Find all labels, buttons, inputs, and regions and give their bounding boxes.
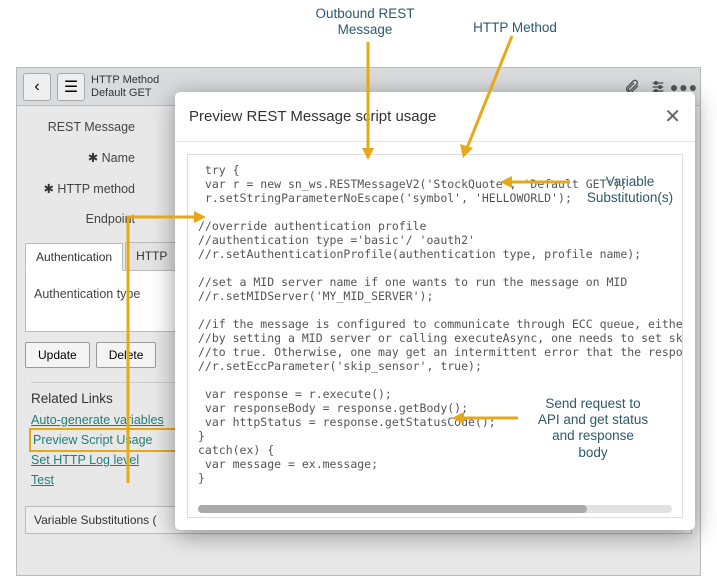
annotation-http-method: HTTP Method <box>460 20 570 36</box>
header-title-top: HTTP Method <box>91 74 159 86</box>
arrow-var-sub <box>498 172 578 197</box>
hamburger-icon: ☰ <box>64 77 78 97</box>
script-code[interactable]: try { var r = new sn_ws.RESTMessageV2('S… <box>187 154 683 518</box>
update-button[interactable]: Update <box>25 342 90 368</box>
preview-script-modal: Preview REST Message script usage ✕ try … <box>175 92 695 530</box>
modal-header: Preview REST Message script usage ✕ <box>175 92 695 142</box>
name-label: ✱ Name <box>25 150 135 165</box>
header-title: HTTP Method Default GET <box>91 74 159 98</box>
back-button[interactable]: ‹ <box>23 73 51 101</box>
chevron-left-icon: ‹ <box>34 78 39 96</box>
menu-button[interactable]: ☰ <box>57 73 85 101</box>
arrow-outbound <box>360 42 390 167</box>
arrow-preview-link <box>124 207 214 492</box>
header-title-sub: Default GET <box>91 87 159 99</box>
horizontal-scrollbar[interactable] <box>198 505 672 513</box>
http-method-label: ✱ HTTP method <box>25 181 135 196</box>
close-icon[interactable]: ✕ <box>664 104 681 129</box>
annotation-send-req: Send request toAPI and get statusand res… <box>518 396 668 461</box>
annotation-var-sub: VariableSubstitution(s) <box>570 174 690 206</box>
arrow-send-req <box>450 408 525 433</box>
scrollbar-thumb[interactable] <box>198 505 587 513</box>
arrow-http-method <box>457 36 527 165</box>
tab-authentication[interactable]: Authentication <box>25 243 123 271</box>
rest-message-label: REST Message <box>25 120 135 134</box>
endpoint-label: Endpoint <box>25 212 135 226</box>
annotation-outbound: Outbound RESTMessage <box>290 6 440 38</box>
modal-title: Preview REST Message script usage <box>189 108 436 125</box>
